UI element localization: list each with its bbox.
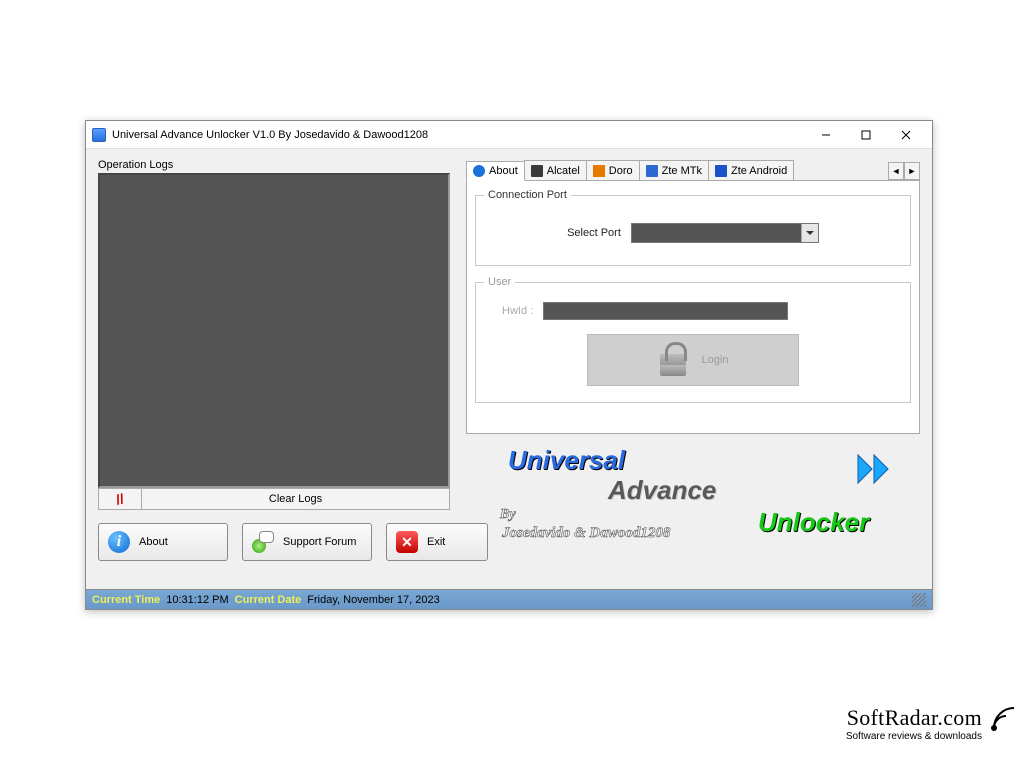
clear-logs-icon[interactable]: //	[98, 488, 142, 510]
support-forum-button[interactable]: Support Forum	[242, 523, 372, 561]
user-group: User HwId : Login	[475, 276, 911, 403]
brand-by: By	[500, 507, 516, 523]
login-button-label: Login	[702, 354, 729, 366]
tab-zte-android[interactable]: Zte Android	[708, 160, 794, 180]
radar-icon	[984, 700, 1018, 734]
app-icon	[92, 128, 106, 142]
exit-button-label: Exit	[427, 536, 445, 548]
disk-icon	[646, 165, 658, 177]
close-button[interactable]	[886, 124, 926, 146]
connection-port-legend: Connection Port	[484, 189, 571, 201]
about-button[interactable]: i About	[98, 523, 228, 561]
maximize-button[interactable]	[846, 124, 886, 146]
tab-scroll-left[interactable]: ◄	[888, 162, 904, 180]
brand-word-2: Advance	[608, 475, 716, 506]
tab-label: Alcatel	[547, 165, 580, 177]
watermark-tagline: Software reviews & downloads	[846, 731, 982, 742]
clear-logs-button[interactable]: Clear Logs	[142, 488, 450, 510]
hwid-field[interactable]	[543, 302, 788, 320]
status-bar: Current Time 10:31:12 PM Current Date Fr…	[86, 589, 932, 609]
tab-label: Zte Android	[731, 165, 787, 177]
forum-icon	[252, 531, 274, 553]
status-time: 10:31:12 PM	[166, 594, 228, 606]
tab-label: Zte MTk	[662, 165, 702, 177]
tab-label: Doro	[609, 165, 633, 177]
watermark-site: SoftRadar.com	[846, 705, 982, 731]
window-title: Universal Advance Unlocker V1.0 By Josed…	[112, 129, 806, 141]
tab-about[interactable]: About	[466, 161, 525, 181]
left-column: Operation Logs // Clear Logs	[98, 159, 450, 510]
operation-logs-label: Operation Logs	[98, 159, 450, 171]
disk-icon	[715, 165, 727, 177]
brand-authors: Josedavido & Dawood1208	[502, 525, 670, 542]
lock-icon	[658, 342, 688, 378]
tab-zte-mtk[interactable]: Zte MTk	[639, 160, 709, 180]
titlebar[interactable]: Universal Advance Unlocker V1.0 By Josed…	[86, 121, 932, 149]
brand-word-1: Universal	[508, 445, 625, 476]
tab-alcatel[interactable]: Alcatel	[524, 160, 587, 180]
tab-scroll-right[interactable]: ►	[904, 162, 920, 180]
brand-graphic: Universal Advance Unlocker By Josedavido…	[478, 445, 918, 565]
user-legend: User	[484, 276, 515, 288]
status-date: Friday, November 17, 2023	[307, 594, 439, 606]
watermark: SoftRadar.com Software reviews & downloa…	[846, 705, 982, 742]
select-port-label: Select Port	[567, 227, 621, 239]
forward-arrows-icon	[856, 451, 902, 487]
phone-icon	[531, 165, 543, 177]
info-icon: i	[108, 531, 130, 553]
connection-port-group: Connection Port Select Port	[475, 189, 911, 266]
forum-button-label: Support Forum	[283, 536, 356, 548]
login-button[interactable]: Login	[587, 334, 799, 386]
hwid-label: HwId :	[502, 305, 533, 317]
doro-icon	[593, 165, 605, 177]
tab-label: About	[489, 165, 518, 177]
right-column: About Alcatel Doro Zte MTk Zte Android ◄…	[466, 159, 920, 434]
status-date-label: Current Date	[235, 594, 302, 606]
client-area: Operation Logs // Clear Logs i About Sup…	[92, 153, 926, 603]
bottom-button-row: i About Support Forum ✕ Exit	[98, 523, 488, 561]
status-time-label: Current Time	[92, 594, 160, 606]
brand-word-3: Unlocker	[758, 507, 869, 538]
select-port-dropdown[interactable]	[631, 223, 819, 243]
exit-icon: ✕	[396, 531, 418, 553]
exit-button[interactable]: ✕ Exit	[386, 523, 488, 561]
about-tab-icon	[473, 165, 485, 177]
operation-logs-box[interactable]	[98, 173, 450, 488]
tab-strip: About Alcatel Doro Zte MTk Zte Android ◄…	[466, 159, 920, 181]
minimize-button[interactable]	[806, 124, 846, 146]
app-window: Universal Advance Unlocker V1.0 By Josed…	[85, 120, 933, 610]
resize-grip[interactable]	[912, 593, 926, 607]
tab-panel-about: Connection Port Select Port User HwId :	[466, 181, 920, 434]
about-button-label: About	[139, 536, 168, 548]
tab-doro[interactable]: Doro	[586, 160, 640, 180]
